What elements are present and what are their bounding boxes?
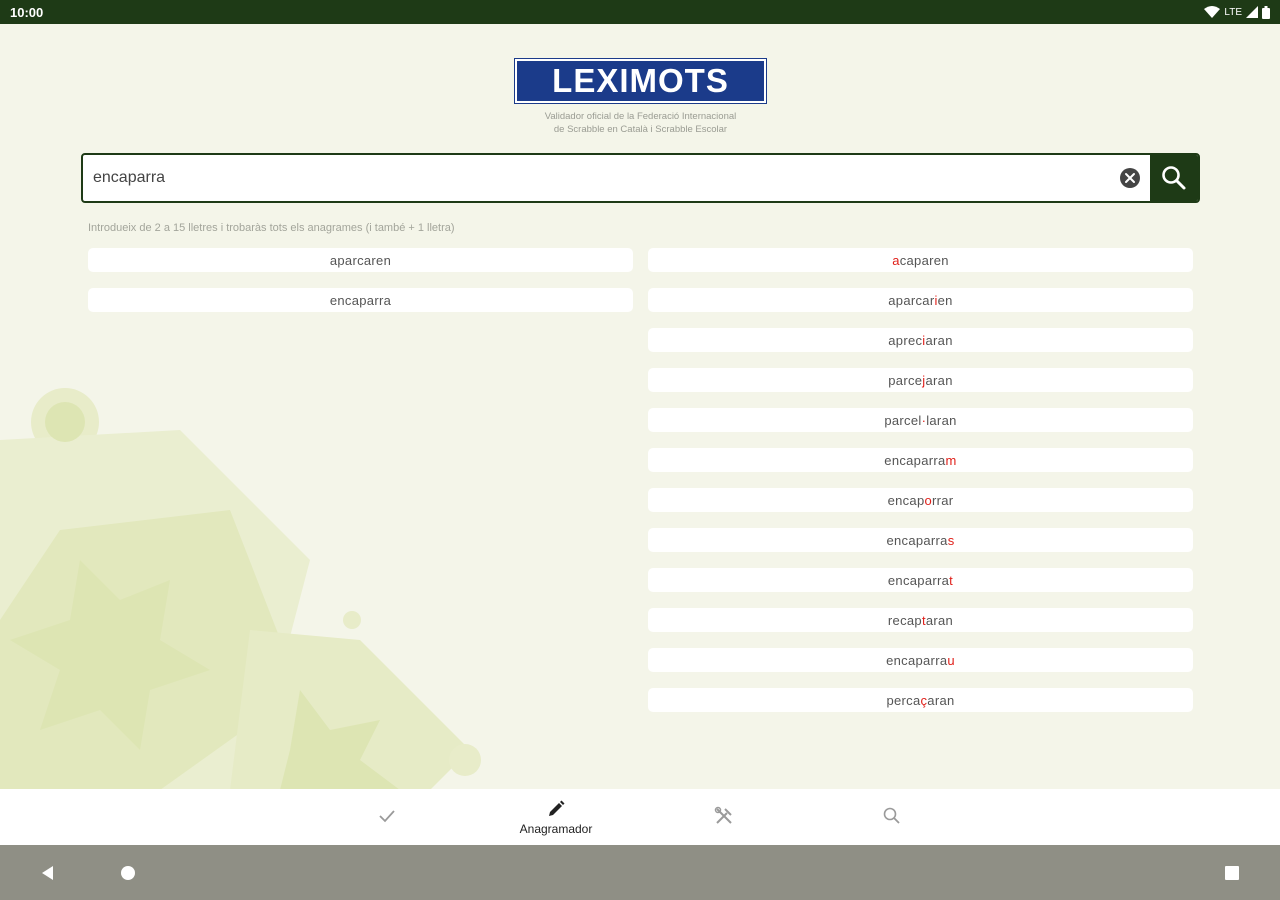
nav-item-tools[interactable] <box>674 789 774 845</box>
anagram-item[interactable]: aprec i aran <box>648 328 1193 352</box>
status-bar: 10:00 LTE <box>0 0 1280 24</box>
clear-icon <box>1120 168 1140 188</box>
logo-subtitle-line2: de Scrabble en Català i Scrabble Escolar <box>553 124 728 135</box>
word-part: encaparra <box>329 292 392 308</box>
nav-label-anagramador: Anagramador <box>519 821 593 836</box>
anagram-item[interactable]: aparcar i en <box>648 288 1193 312</box>
word-part: encaparra <box>886 532 948 548</box>
anagram-item[interactable]: recap t aran <box>648 608 1193 632</box>
home-button[interactable] <box>104 845 152 900</box>
logo-subtitle-line1: Validador oficial de la Federació Intern… <box>544 111 737 122</box>
anagram-item[interactable]: encaparra m <box>648 448 1193 472</box>
anagram-item[interactable]: parcel · laran <box>648 408 1193 432</box>
logo-subtitle: Validador oficial de la Federació Intern… <box>515 110 766 136</box>
word-part: aparcar <box>888 292 935 308</box>
back-button[interactable] <box>24 845 72 900</box>
added-letter: t <box>949 572 954 588</box>
check-icon <box>379 809 395 822</box>
anagram-item[interactable]: encaparra u <box>648 648 1193 672</box>
back-triangle-icon <box>42 865 53 880</box>
nav-item-anagramador[interactable]: Anagramador <box>506 789 606 845</box>
plus-one-anagrams-list: a caparen aparcar i en aprec i aran parce j aran pa… <box>648 248 1193 728</box>
word-part: aran <box>925 372 953 388</box>
status-time: 10:00 <box>10 4 44 20</box>
added-letter: m <box>945 452 957 468</box>
anagram-item[interactable]: encaparra <box>88 288 633 312</box>
battery-icon <box>1262 5 1270 19</box>
word-part: encaparra <box>884 452 946 468</box>
pencil-icon <box>549 800 565 816</box>
status-icons: LTE <box>1204 5 1270 19</box>
search-input[interactable] <box>83 155 1110 201</box>
tools-icon <box>714 806 732 824</box>
word-part: caparen <box>899 252 949 268</box>
network-label: LTE <box>1224 6 1242 18</box>
anagram-item[interactable]: aparcaren <box>88 248 633 272</box>
recents-square-icon <box>1225 865 1239 880</box>
added-letter: ç <box>920 692 928 708</box>
anagram-item[interactable]: a caparen <box>648 248 1193 272</box>
exact-anagrams-list: aparcaren encaparra <box>88 248 633 328</box>
leximots-logo: LEXIMOTS <box>514 58 767 104</box>
word-part: encaparra <box>887 572 950 588</box>
word-part: parcel <box>884 412 922 428</box>
word-part: perca <box>886 692 921 708</box>
nav-item-validator[interactable] <box>337 789 437 845</box>
added-letter: o <box>924 492 933 508</box>
anagram-item[interactable]: encaparra t <box>648 568 1193 592</box>
anagram-item[interactable]: encaparra s <box>648 528 1193 552</box>
nav-item-search[interactable] <box>842 789 942 845</box>
gear-background-decoration <box>0 388 481 790</box>
anagram-item[interactable]: encap o rrar <box>648 488 1193 512</box>
anagram-item[interactable]: perca ç aran <box>648 688 1193 712</box>
word-part: aran <box>925 612 954 628</box>
bottom-navigation: Anagramador <box>0 789 1280 845</box>
word-part: en <box>937 292 953 308</box>
search-hint: Introdueix de 2 a 15 lletres i trobaràs … <box>88 222 455 234</box>
word-part: recap <box>887 612 922 628</box>
word-part: aparcaren <box>329 252 392 268</box>
word-part: rrar <box>932 492 954 508</box>
search-bar <box>81 153 1200 203</box>
word-part: encap <box>887 492 925 508</box>
search-icon <box>883 807 900 824</box>
added-letter: s <box>947 532 955 548</box>
wifi-icon <box>1204 6 1221 18</box>
word-part: parce <box>888 372 923 388</box>
word-part: laran <box>926 412 957 428</box>
app-logo-block: LEXIMOTS Validador oficial de la Federac… <box>514 58 767 136</box>
added-letter: a <box>892 252 900 268</box>
anagram-item[interactable]: parce j aran <box>648 368 1193 392</box>
word-part: encaparra <box>886 652 948 668</box>
search-icon <box>1162 166 1186 190</box>
clear-button[interactable] <box>1110 155 1150 201</box>
home-circle-icon <box>121 865 135 880</box>
added-letter: u <box>947 652 955 668</box>
word-part: aran <box>925 332 953 348</box>
word-part: aprec <box>888 332 923 348</box>
word-part: aran <box>927 692 955 708</box>
signal-icon <box>1246 6 1258 18</box>
search-button[interactable] <box>1150 155 1198 201</box>
recents-button[interactable] <box>1208 845 1256 900</box>
system-navigation-bar <box>0 845 1280 900</box>
